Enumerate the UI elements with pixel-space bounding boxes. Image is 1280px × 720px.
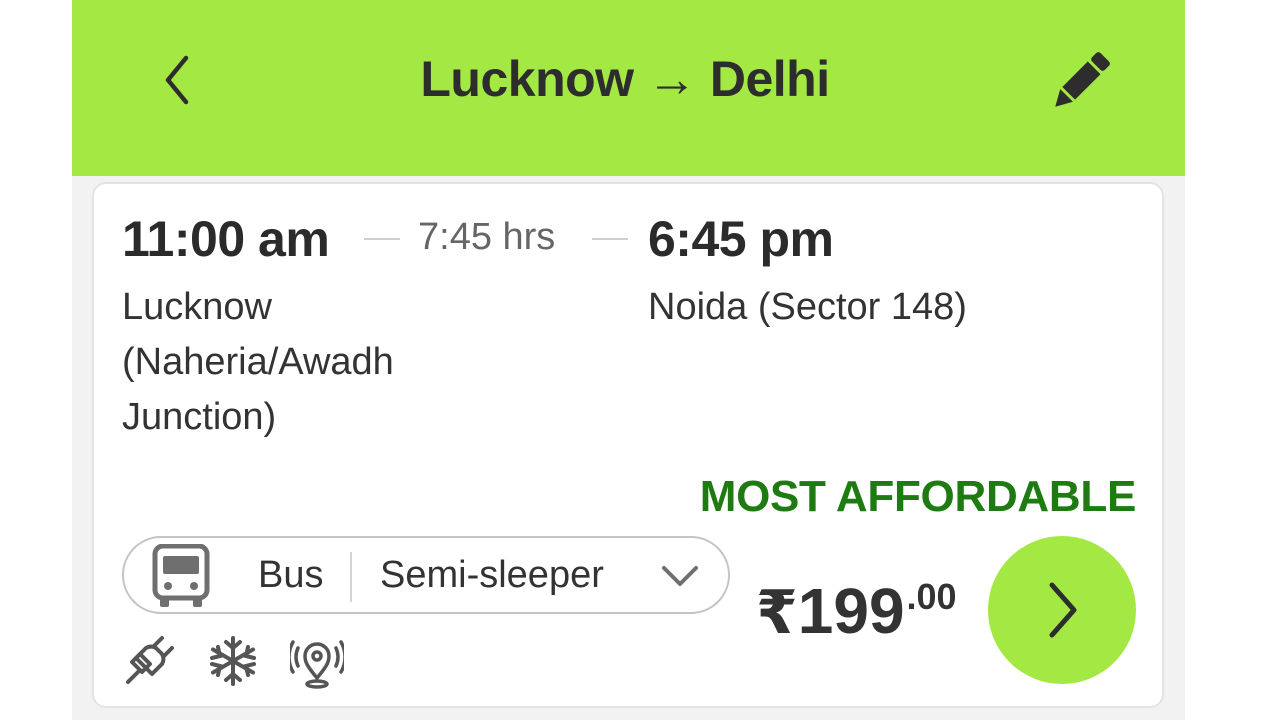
live-tracking-icon <box>290 640 344 689</box>
duration-line-left <box>364 238 400 240</box>
transport-mode-label: Bus <box>258 554 324 596</box>
chevron-down-icon <box>662 566 698 586</box>
currency-symbol: ₹ <box>756 579 798 646</box>
bus-icon <box>152 544 210 607</box>
ac-snowflake-icon <box>210 636 256 686</box>
edit-search-button[interactable] <box>1040 46 1120 118</box>
price-amount: 199 <box>797 575 905 647</box>
chevron-right-icon <box>1049 582 1077 638</box>
chevron-left-icon <box>165 55 189 105</box>
pencil-icon <box>1055 52 1110 107</box>
departure-time: 11:00 am <box>122 211 330 267</box>
fare-price: ₹199.00 <box>756 574 957 648</box>
arrival-stop: Noida (Sector 148) <box>648 286 967 328</box>
bus-class-label: Semi-sleeper <box>380 554 604 596</box>
back-button[interactable] <box>148 48 208 112</box>
pill-divider <box>350 552 352 602</box>
departure-stop: Lucknow (Naheria/Awadh Junction) <box>122 286 394 438</box>
arrival-time: 6:45 pm <box>648 211 834 267</box>
most-affordable-tag: MOST AFFORDABLE <box>699 472 1137 521</box>
charging-plug-icon <box>126 636 174 684</box>
route-title: Lucknow → Delhi <box>420 51 830 107</box>
bus-class-selector[interactable]: Bus Semi-sleeper <box>122 536 730 614</box>
price-decimals: .00 <box>906 576 957 617</box>
duration-line-right <box>592 238 628 240</box>
proceed-button[interactable] <box>988 536 1136 684</box>
trip-duration: 7:45 hrs <box>418 216 556 258</box>
